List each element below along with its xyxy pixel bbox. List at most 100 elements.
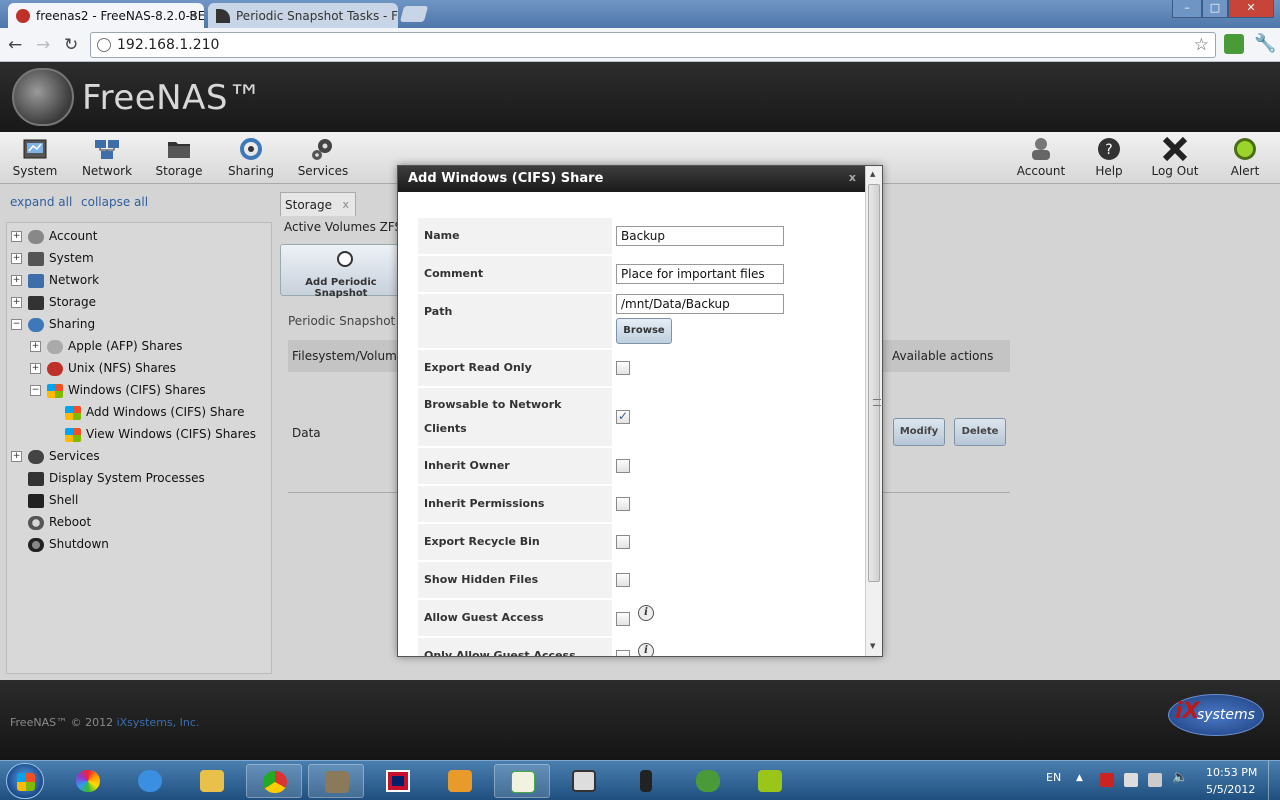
new-tab-button[interactable]	[399, 6, 429, 22]
forward-arrow-icon[interactable]: →	[36, 35, 50, 55]
show-hidden-files-checkbox[interactable]	[616, 573, 630, 587]
taskbar-evernote[interactable]	[680, 764, 736, 798]
path-input[interactable]	[616, 294, 784, 314]
start-button[interactable]	[6, 763, 44, 799]
minimize-button[interactable]: –	[1172, 0, 1202, 18]
tree-item-add-cifs-share[interactable]: Add Windows (CIFS) Share	[65, 402, 244, 422]
power-icon	[28, 537, 44, 552]
tree-item-network[interactable]: + Network	[11, 270, 99, 290]
tab-close-icon[interactable]: x	[342, 198, 349, 211]
reload-icon[interactable]: ↻	[64, 35, 78, 55]
info-icon[interactable]: i	[638, 605, 654, 621]
scroll-up-arrow-icon[interactable]: ▲	[870, 170, 875, 178]
ixsystems-link[interactable]: iXsystems, Inc.	[117, 716, 200, 729]
storage-subnav[interactable]: Active Volumes ZFS	[284, 220, 402, 234]
toolbar-help[interactable]: ? Help	[1074, 136, 1144, 178]
scroll-down-arrow-icon[interactable]: ▼	[870, 642, 875, 650]
toolbar-alert[interactable]: Alert	[1210, 136, 1280, 178]
tree-item-sharing[interactable]: − Sharing	[11, 314, 95, 334]
taskbar-apps[interactable]	[556, 764, 612, 798]
browser-tab-freenas[interactable]: freenas2 - FreeNAS-8.2.0-BE ×	[8, 3, 204, 28]
modify-button[interactable]: Modify	[893, 418, 945, 446]
expand-all-link[interactable]: expand all	[10, 195, 72, 209]
network-tray-icon[interactable]	[1148, 773, 1162, 787]
taskbar-notepad[interactable]	[494, 764, 550, 798]
taskbar-outlook[interactable]	[432, 764, 488, 798]
toolbar-sharing[interactable]: Sharing	[216, 136, 286, 178]
collapse-all-link[interactable]: collapse all	[81, 195, 148, 209]
tree-item-afp-shares[interactable]: + Apple (AFP) Shares	[30, 336, 182, 356]
expand-toggle-icon[interactable]: +	[11, 297, 22, 308]
taskbar-ie[interactable]	[122, 764, 178, 798]
device-icon[interactable]	[1124, 773, 1138, 787]
collapse-toggle-icon[interactable]: −	[30, 385, 41, 396]
browsable-checkbox[interactable]	[616, 409, 630, 424]
expand-toggle-icon[interactable]: +	[11, 275, 22, 286]
add-periodic-snapshot-button[interactable]: Add Periodic Snapshot	[280, 244, 402, 299]
taskbar-gimp[interactable]	[308, 764, 364, 798]
taskbar-uk-flag[interactable]	[370, 764, 426, 798]
toolbar-label: Network	[81, 164, 133, 178]
tree-item-shutdown[interactable]: Shutdown	[28, 534, 109, 554]
browser-tab-snapshot[interactable]: Periodic Snapshot Tasks - F	[208, 3, 398, 28]
tree-item-nfs-shares[interactable]: + Unix (NFS) Shares	[30, 358, 176, 378]
clock-date[interactable]: 5/5/2012	[1206, 783, 1255, 796]
dialog-close-icon[interactable]: x	[849, 171, 856, 184]
tree-item-storage[interactable]: + Storage	[11, 292, 96, 312]
export-recycle-bin-checkbox[interactable]	[616, 535, 630, 549]
name-input[interactable]	[616, 226, 784, 246]
ie-icon	[138, 770, 162, 792]
tree-item-reboot[interactable]: Reboot	[28, 512, 91, 532]
taskbar-explorer[interactable]	[184, 764, 240, 798]
evernote-extension-icon[interactable]	[1224, 34, 1244, 54]
expand-toggle-icon[interactable]: +	[11, 253, 22, 264]
expand-toggle-icon[interactable]: +	[11, 231, 22, 242]
tree-item-view-cifs-shares[interactable]: View Windows (CIFS) Shares	[65, 424, 256, 444]
maximize-button[interactable]: □	[1202, 0, 1228, 18]
tree-item-processes[interactable]: Display System Processes	[28, 468, 205, 488]
tree-item-account[interactable]: + Account	[11, 226, 97, 246]
tree-item-shell[interactable]: Shell	[28, 490, 78, 510]
comment-input[interactable]	[616, 264, 784, 284]
toolbar-account[interactable]: Account	[1006, 136, 1076, 178]
expand-toggle-icon[interactable]: +	[30, 341, 41, 352]
browse-button[interactable]: Browse	[616, 318, 672, 344]
toolbar-services[interactable]: Services	[288, 136, 358, 178]
tab-close-icon[interactable]: ×	[188, 8, 198, 22]
scrollbar-thumb[interactable]	[868, 184, 881, 582]
action-center-flag-icon[interactable]	[1100, 773, 1114, 787]
toolbar-system[interactable]: System	[0, 136, 70, 178]
wrench-icon[interactable]: 🔧	[1254, 33, 1276, 54]
close-window-button[interactable]: ✕	[1228, 0, 1274, 18]
tray-expand-icon[interactable]: ▲	[1076, 773, 1083, 783]
expand-toggle-icon[interactable]: +	[30, 363, 41, 374]
back-arrow-icon[interactable]: ←	[8, 35, 22, 55]
toolbar-logout[interactable]: Log Out	[1140, 136, 1210, 178]
toolbar-network[interactable]: Network	[72, 136, 142, 178]
tree-item-services[interactable]: + Services	[11, 446, 100, 466]
collapse-toggle-icon[interactable]: −	[11, 319, 22, 330]
inherit-permissions-checkbox[interactable]	[616, 497, 630, 511]
allow-guest-access-checkbox[interactable]	[616, 612, 630, 626]
language-indicator[interactable]: EN	[1046, 771, 1061, 784]
only-allow-guest-access-checkbox[interactable]	[616, 650, 630, 656]
delete-button[interactable]: Delete	[954, 418, 1006, 446]
volume-icon[interactable]: 🔈	[1172, 770, 1188, 785]
show-desktop-button[interactable]	[1268, 761, 1280, 800]
taskbar-vmware[interactable]	[742, 764, 798, 798]
url-field[interactable]: 192.168.1.210 ☆	[90, 32, 1216, 58]
dialog-scrollbar[interactable]: ▲ ▼	[865, 166, 882, 656]
bookmark-star-icon[interactable]: ☆	[1194, 35, 1209, 55]
clock-time[interactable]: 10:53 PM	[1206, 766, 1257, 779]
taskbar-phone[interactable]	[618, 764, 674, 798]
info-icon[interactable]: i	[638, 643, 654, 656]
export-read-only-checkbox[interactable]	[616, 361, 630, 375]
toolbar-storage[interactable]: Storage	[144, 136, 214, 178]
tab-storage[interactable]: Storage x	[280, 192, 356, 216]
taskbar-chrome[interactable]	[246, 764, 302, 798]
inherit-owner-checkbox[interactable]	[616, 459, 630, 473]
tree-item-system[interactable]: + System	[11, 248, 94, 268]
tree-item-cifs-shares[interactable]: − Windows (CIFS) Shares	[30, 380, 206, 400]
expand-toggle-icon[interactable]: +	[11, 451, 22, 462]
taskbar-picasa[interactable]	[60, 764, 116, 798]
